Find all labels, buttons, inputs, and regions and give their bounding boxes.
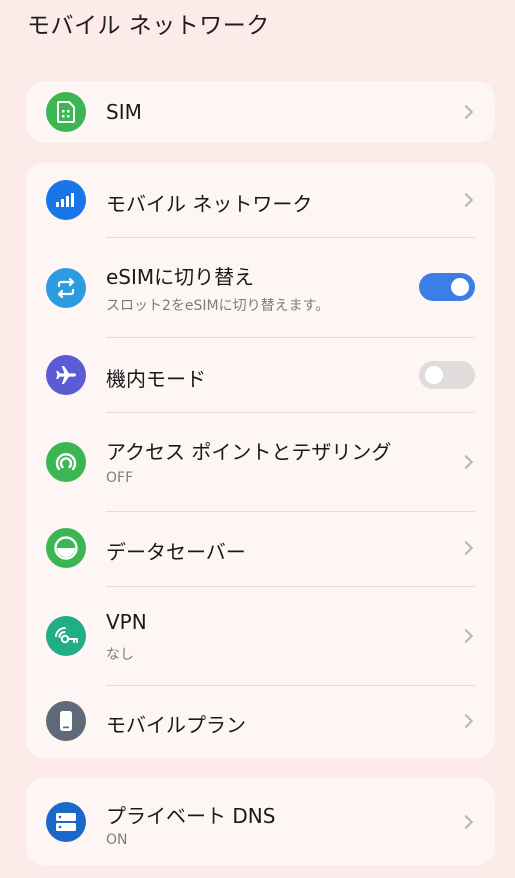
- airplane-mode-row[interactable]: 機内モード: [26, 338, 495, 412]
- hotspot-icon: [46, 442, 86, 482]
- chevron-right-icon: [458, 104, 474, 120]
- dns-card-group: プライベート DNS ON: [26, 778, 495, 865]
- toggle-knob: [451, 278, 469, 296]
- mobile-network-row[interactable]: モバイル ネットワーク: [26, 163, 495, 237]
- mobile-network-label: モバイル ネットワーク: [106, 192, 313, 216]
- data-saver-row[interactable]: データセーバー: [26, 512, 495, 586]
- sim-card-group: SIM: [26, 81, 495, 143]
- vpn-label: VPN: [106, 610, 147, 634]
- data-saver-icon: [46, 528, 86, 568]
- chevron-right-icon: [458, 540, 474, 556]
- network-card-group: モバイル ネットワーク eSIMに切り替え スロット2をeSIMに切り替えます。: [26, 163, 495, 758]
- vpn-key-icon: [46, 616, 86, 656]
- airplane-toggle[interactable]: [419, 361, 475, 389]
- private-dns-status: ON: [106, 832, 128, 848]
- page-title: モバイル ネットワーク: [27, 13, 270, 39]
- esim-switch-subtitle: スロット2をeSIMに切り替えます。: [106, 298, 330, 314]
- esim-switch-label: eSIMに切り替え: [106, 265, 255, 289]
- vpn-status: なし: [106, 647, 134, 663]
- dns-server-icon: [46, 802, 86, 842]
- airplane-mode-label: 機内モード: [106, 367, 206, 391]
- chevron-right-icon: [458, 814, 474, 830]
- sim-label: SIM: [106, 100, 142, 124]
- swap-arrows-icon: [46, 268, 86, 308]
- signal-bars-icon: [46, 180, 86, 220]
- private-dns-label: プライベート DNS: [106, 804, 276, 828]
- chevron-right-icon: [458, 713, 474, 729]
- settings-page: モバイル ネットワーク SIM モバイル ネットワーク eSIMに切り替え スロ…: [0, 0, 515, 878]
- hotspot-row[interactable]: アクセス ポイントとテザリング OFF: [26, 413, 495, 511]
- esim-switch-row[interactable]: eSIMに切り替え スロット2をeSIMに切り替えます。: [26, 238, 495, 337]
- airplane-icon: [46, 355, 86, 395]
- esim-toggle[interactable]: [419, 273, 475, 301]
- sim-row[interactable]: SIM: [26, 81, 495, 143]
- chevron-right-icon: [458, 192, 474, 208]
- toggle-knob: [425, 366, 443, 384]
- mobile-plan-label: モバイルプラン: [106, 713, 246, 737]
- sim-card-icon: [46, 92, 86, 132]
- hotspot-status: OFF: [106, 470, 134, 486]
- chevron-right-icon: [458, 454, 474, 470]
- mobile-plan-row[interactable]: モバイルプラン: [26, 686, 495, 758]
- vpn-row[interactable]: VPN なし: [26, 587, 495, 685]
- phone-icon: [46, 701, 86, 741]
- data-saver-label: データセーバー: [106, 540, 246, 564]
- private-dns-row[interactable]: プライベート DNS ON: [26, 778, 495, 865]
- chevron-right-icon: [458, 628, 474, 644]
- hotspot-label: アクセス ポイントとテザリング: [106, 440, 392, 464]
